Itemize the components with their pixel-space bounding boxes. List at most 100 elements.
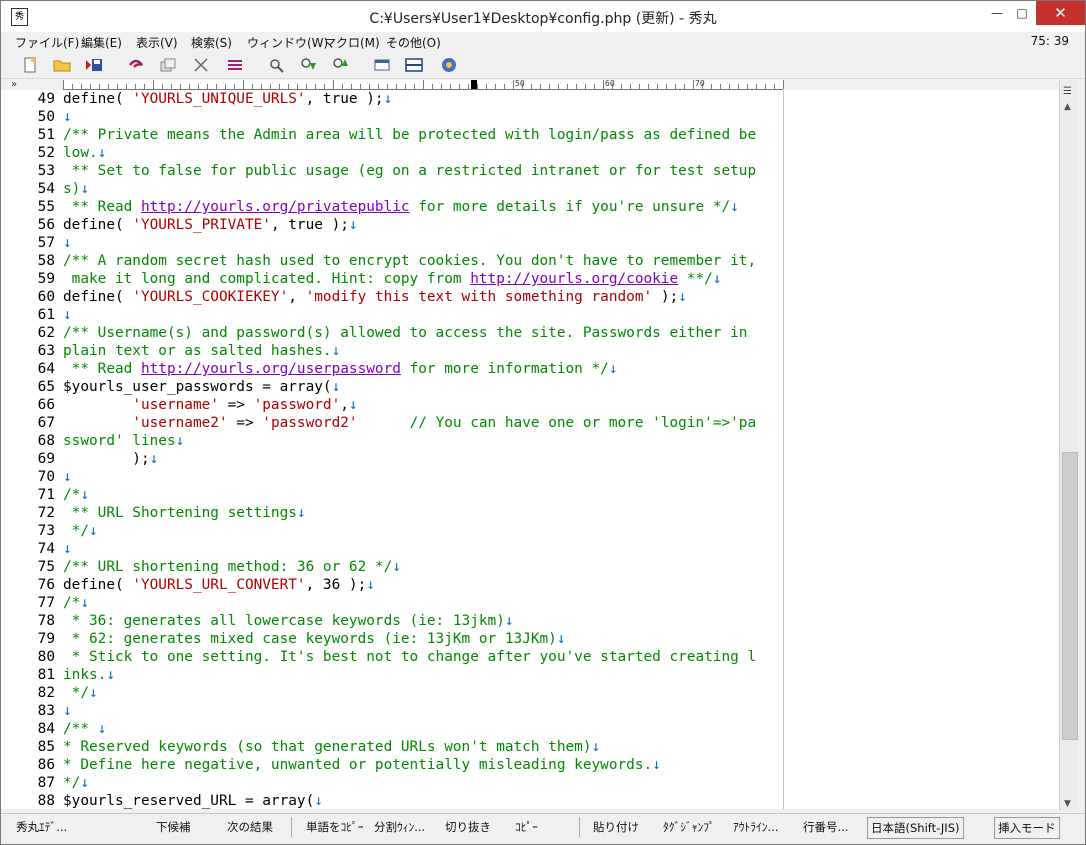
status-insert-mode[interactable]: 挿入モード — [994, 817, 1060, 839]
code-line[interactable]: 87 */↓ — [1, 774, 89, 792]
search-down-icon[interactable] — [300, 57, 318, 73]
status-line-number[interactable]: 行番号... — [803, 819, 848, 835]
editor-area[interactable]: 49 define( 'YOURLS_UNIQUE_URLS', true );↓… — [1, 90, 1059, 809]
code-line[interactable]: 56 define( 'YOURLS_PRIVATE', true );↓ — [1, 216, 358, 234]
scroll-down-icon[interactable]: ▼ — [1064, 799, 1071, 809]
save-icon[interactable] — [85, 57, 103, 73]
code-token: /* — [63, 487, 81, 503]
open-folder-icon[interactable] — [53, 57, 71, 73]
close-button[interactable]: ✕ — [1036, 1, 1085, 25]
status-next-result[interactable]: 次の結果 — [227, 819, 273, 835]
code-link[interactable]: http://yourls.org/privatepublic — [141, 199, 410, 215]
help-icon[interactable] — [440, 57, 458, 73]
split-window-icon[interactable] — [405, 57, 423, 73]
code-token: ssword' lines — [63, 433, 176, 449]
menu-other[interactable]: その他(O) — [386, 34, 441, 51]
code-line[interactable]: 58 /** A random secret hash used to encry… — [1, 252, 756, 270]
code-line[interactable]: 86 * Define here negative, unwanted or po… — [1, 756, 661, 774]
code-line[interactable]: 68 ssword' lines↓ — [1, 432, 185, 450]
line-number: 55 — [37, 199, 55, 215]
menu-window[interactable]: ウィンドウ(W) — [247, 34, 328, 51]
maximize-button[interactable]: □ — [1006, 1, 1038, 25]
code-line[interactable]: 78 * 36: generates all lowercase keyword… — [1, 612, 514, 630]
menu-edit[interactable]: 編集(E) — [81, 34, 122, 51]
undo-icon[interactable] — [127, 57, 145, 73]
cut-icon[interactable] — [192, 57, 210, 73]
ruler-tick — [531, 84, 532, 89]
code-line[interactable]: 67 'username2' => 'password2' // You can… — [1, 414, 756, 432]
code-token: 'password' — [253, 397, 341, 413]
status-split-window[interactable]: 分割ｳｨﾝ... — [374, 819, 425, 835]
menu-file[interactable]: ファイル(F) — [15, 34, 79, 51]
code-line[interactable]: 53 ** Set to false for public usage (eg … — [1, 162, 756, 180]
paste-icon[interactable] — [226, 57, 244, 73]
code-line[interactable]: 74 ↓ — [1, 540, 72, 558]
new-file-icon[interactable] — [21, 57, 39, 73]
status-next-candidate[interactable]: 下候補 — [156, 819, 191, 835]
code-line[interactable]: 55 ** Read http://yourls.org/privatepubl… — [1, 198, 739, 216]
vertical-scrollbar[interactable]: ☰ ▲ ▼ — [1059, 80, 1078, 811]
status-tag-jump[interactable]: ﾀｸﾞｼﾞｬﾝﾌﾟ — [663, 819, 715, 835]
code-line[interactable]: 79 * 62: generates mixed case keywords (… — [1, 630, 566, 648]
ruler-tick — [135, 84, 136, 89]
code-line[interactable]: 57 ↓ — [1, 234, 72, 252]
menu-view[interactable]: 表示(V) — [136, 34, 178, 51]
ruler-tick — [90, 84, 91, 89]
code-line[interactable]: 85 * Reserved keywords (so that generated… — [1, 738, 601, 756]
search-icon[interactable] — [268, 57, 286, 73]
ruler-collapse-icon[interactable]: » — [11, 79, 17, 90]
code-line[interactable]: 65 $yourls_user_passwords = array(↓ — [1, 378, 341, 396]
code-token: , 36 ); — [305, 577, 367, 593]
code-line[interactable]: 75 /** URL shortening method: 36 or 62 */… — [1, 558, 401, 576]
code-line[interactable]: 80 * Stick to one setting. It's best not… — [1, 648, 756, 666]
status-paste[interactable]: 貼り付け — [593, 819, 639, 835]
status-cut[interactable]: 切り抜き — [445, 819, 491, 835]
code-line[interactable]: 81 inks.↓ — [1, 666, 115, 684]
search-up-icon[interactable] — [332, 57, 350, 73]
code-line[interactable]: 62 /** Username(s) and password(s) allowe… — [1, 324, 748, 342]
status-copy-word[interactable]: 単語をｺﾋﾟｰ — [306, 819, 364, 835]
status-encoding[interactable]: 日本語(Shift-JIS) — [867, 817, 964, 839]
copy-icon[interactable] — [159, 57, 177, 73]
ruler-tick — [126, 84, 127, 89]
code-line[interactable]: 88 $yourls_reserved_URL = array(↓ — [1, 792, 323, 809]
code-line[interactable]: 72 ** URL Shortening settings↓ — [1, 504, 306, 522]
code-link[interactable]: http://yourls.org/cookie — [470, 271, 678, 287]
code-line[interactable]: 63 plain text or as salted hashes.↓ — [1, 342, 341, 360]
code-token: ); — [652, 289, 679, 305]
code-line[interactable]: 71 /*↓ — [1, 486, 89, 504]
menu-macro[interactable]: マクロ(M) — [324, 34, 380, 51]
code-line[interactable]: 82 */↓ — [1, 684, 98, 702]
code-line[interactable]: 50 ↓ — [1, 108, 72, 126]
code-line[interactable]: 83 ↓ — [1, 702, 72, 720]
scroll-up-icon[interactable]: ▲ — [1064, 102, 1071, 112]
code-token: /** URL shortening method: 36 or 62 */ — [63, 559, 393, 575]
code-line[interactable]: 49 define( 'YOURLS_UNIQUE_URLS', true );↓ — [1, 90, 393, 108]
code-line[interactable]: 84 /** ↓ — [1, 720, 107, 738]
status-outline[interactable]: ｱｳﾄﾗｲﾝ... — [733, 819, 778, 835]
code-token: ** Read — [63, 361, 141, 377]
code-link[interactable]: http://yourls.org/userpassword — [141, 361, 401, 377]
split-handle-icon[interactable]: ☰ — [1063, 86, 1072, 97]
code-line[interactable]: 76 define( 'YOURLS_URL_CONVERT', 36 );↓ — [1, 576, 375, 594]
menu-search[interactable]: 検索(S) — [191, 34, 232, 51]
code-line[interactable]: 66 'username' => 'password',↓ — [1, 396, 358, 414]
code-line[interactable]: 61 ↓ — [1, 306, 72, 324]
code-line[interactable]: 64 ** Read http://yourls.org/userpasswor… — [1, 360, 618, 378]
code-line[interactable]: 51 /** Private means the Admin area will … — [1, 126, 756, 144]
code-line[interactable]: 73 */↓ — [1, 522, 98, 540]
code-line[interactable]: 60 define( 'YOURLS_COOKIEKEY', 'modify th… — [1, 288, 687, 306]
line-number: 74 — [37, 541, 55, 557]
code-line[interactable]: 77 /*↓ — [1, 594, 89, 612]
status-copy[interactable]: ｺﾋﾟｰ — [515, 819, 538, 835]
line-number: 54 — [37, 181, 55, 197]
title-bar[interactable]: 秀 C:¥Users¥User1¥Desktop¥config.php (更新)… — [1, 1, 1085, 32]
window-icon[interactable] — [373, 57, 391, 73]
code-line[interactable]: 59 make it long and complicated. Hint: c… — [1, 270, 722, 288]
code-line[interactable]: 54 s)↓ — [1, 180, 89, 198]
code-line[interactable]: 52 low.↓ — [1, 144, 107, 162]
code-line[interactable]: 70 ↓ — [1, 468, 72, 486]
scroll-thumb[interactable] — [1062, 452, 1078, 740]
status-editor-name[interactable]: 秀丸ｴﾃﾞ... — [16, 819, 67, 835]
code-line[interactable]: 69 );↓ — [1, 450, 159, 468]
